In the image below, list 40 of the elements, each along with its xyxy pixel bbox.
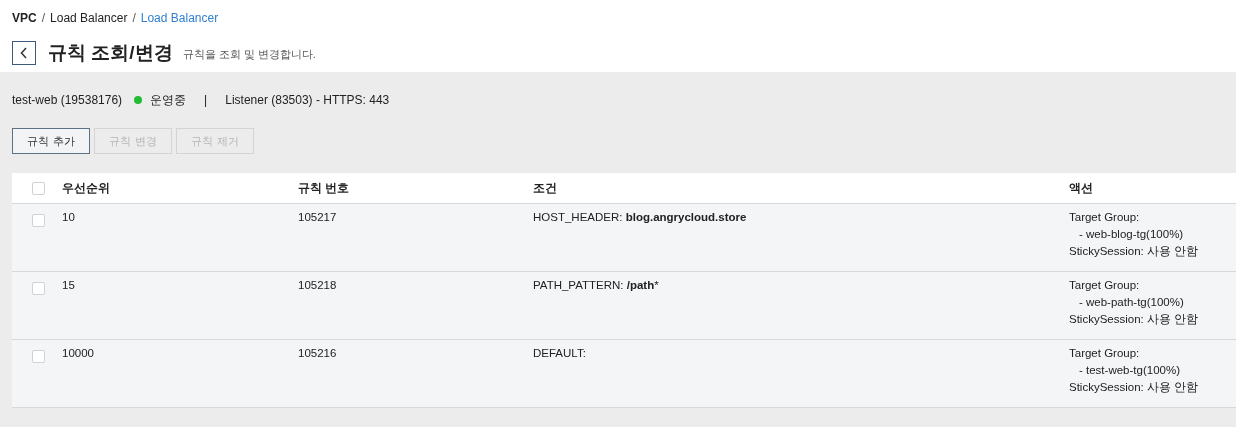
breadcrumb-separator: /: [41, 11, 46, 25]
rule-number-cell: 105216: [298, 347, 337, 359]
page-subtitle: 규칙을 조회 및 변경합니다.: [182, 47, 316, 62]
action-line: StickySession: 사용 안함: [1069, 244, 1200, 259]
priority-cell: 15: [62, 279, 75, 291]
action-line: StickySession: 사용 안함: [1069, 312, 1200, 327]
separator: |: [204, 93, 208, 107]
column-header: 액션: [1069, 181, 1093, 194]
action-line: Target Group:: [1069, 210, 1141, 225]
rule-number-cell: 105217: [298, 211, 337, 223]
column-header: 규칙 번호: [298, 181, 350, 194]
priority-cell: 10000: [62, 347, 94, 359]
priority-cell: 10: [62, 211, 75, 223]
action-line: - web-blog-tg(100%): [1078, 227, 1185, 242]
column-header: 우선순위: [62, 181, 110, 194]
breadcrumb-item: Load Balancer: [140, 11, 219, 25]
breadcrumb-item: VPC: [12, 11, 37, 25]
chevron-left-icon: [20, 47, 28, 59]
listener-info: Listener (83503) - HTTPS: 443: [225, 93, 390, 107]
action-line: Target Group:: [1069, 278, 1141, 293]
row-checkbox[interactable]: [32, 350, 45, 363]
back-button[interactable]: [12, 41, 36, 65]
action-line: - test-web-tg(100%): [1078, 363, 1181, 378]
action-line: - web-path-tg(100%): [1078, 295, 1185, 310]
rule-action-button[interactable]: 규칙 추가: [12, 128, 90, 154]
rule-number-cell: 105218: [298, 279, 337, 291]
page-title: 규칙 조회/변경: [48, 41, 173, 65]
select-all-checkbox[interactable]: [32, 181, 45, 195]
breadcrumb-separator: /: [132, 11, 136, 25]
load-balancer-name: test-web (19538176): [12, 93, 123, 107]
condition-cell: PATH_PATTERN: /path*: [533, 279, 659, 291]
row-checkbox[interactable]: [32, 214, 45, 227]
column-header: 조건: [533, 181, 557, 194]
condition-cell: HOST_HEADER: blog.angrycloud.store: [533, 211, 747, 223]
breadcrumb-item[interactable]: Load Balancer: [50, 11, 128, 25]
condition-cell: DEFAULT:: [533, 347, 586, 359]
action-line: Target Group:: [1069, 346, 1141, 361]
action-line: StickySession: 사용 안함: [1069, 380, 1200, 395]
row-checkbox[interactable]: [32, 282, 45, 295]
status-label: 운영중: [150, 91, 187, 109]
